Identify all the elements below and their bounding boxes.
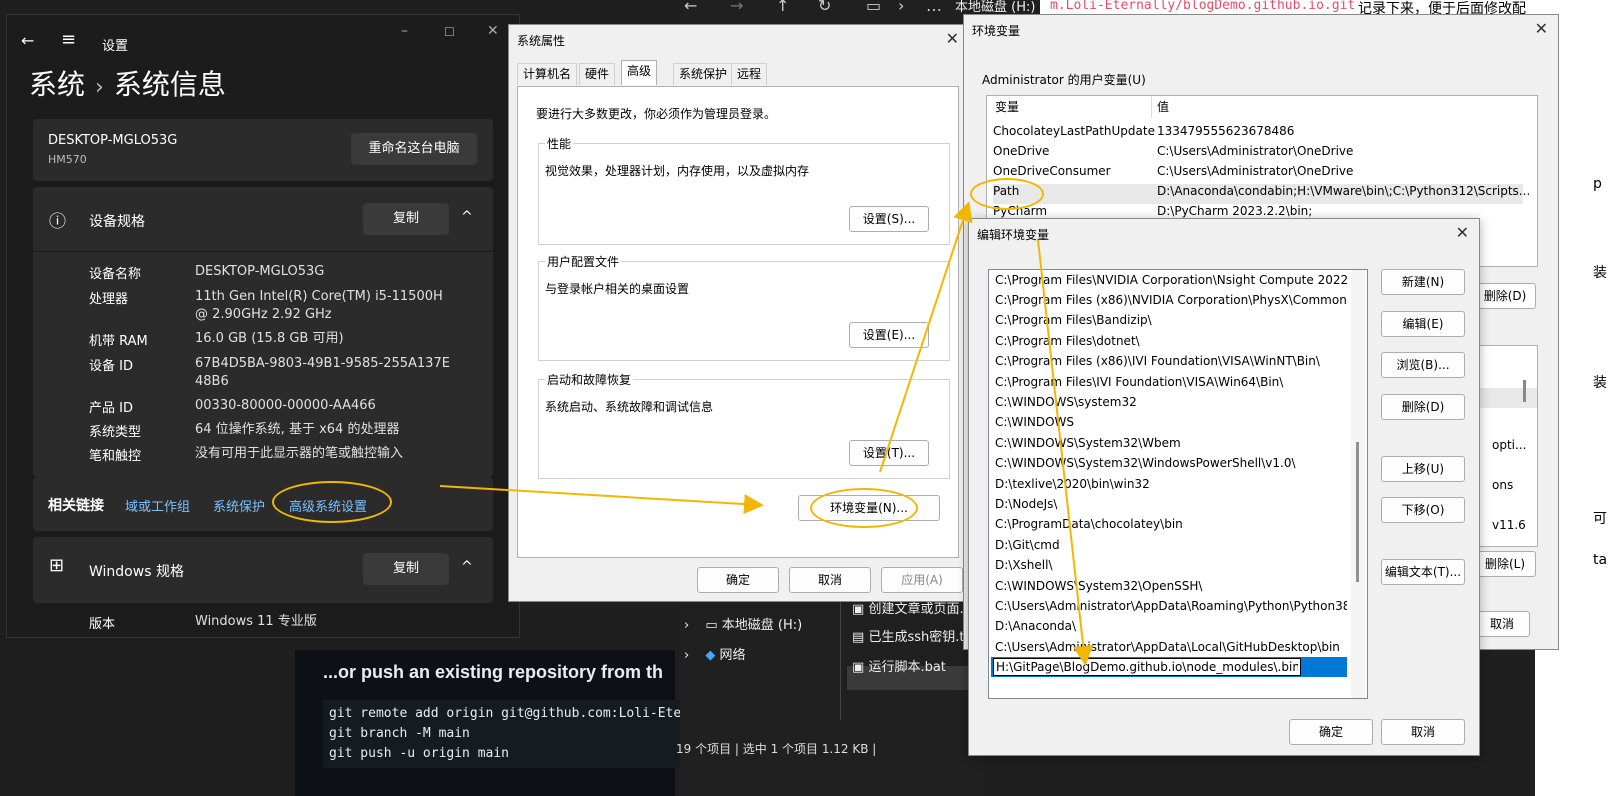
arrow-to-new-entry bbox=[1037, 239, 1094, 666]
arrow-to-env-button bbox=[439, 485, 764, 515]
arrow-to-path-variable bbox=[879, 201, 973, 473]
annotation-arrows bbox=[439, 201, 1094, 666]
